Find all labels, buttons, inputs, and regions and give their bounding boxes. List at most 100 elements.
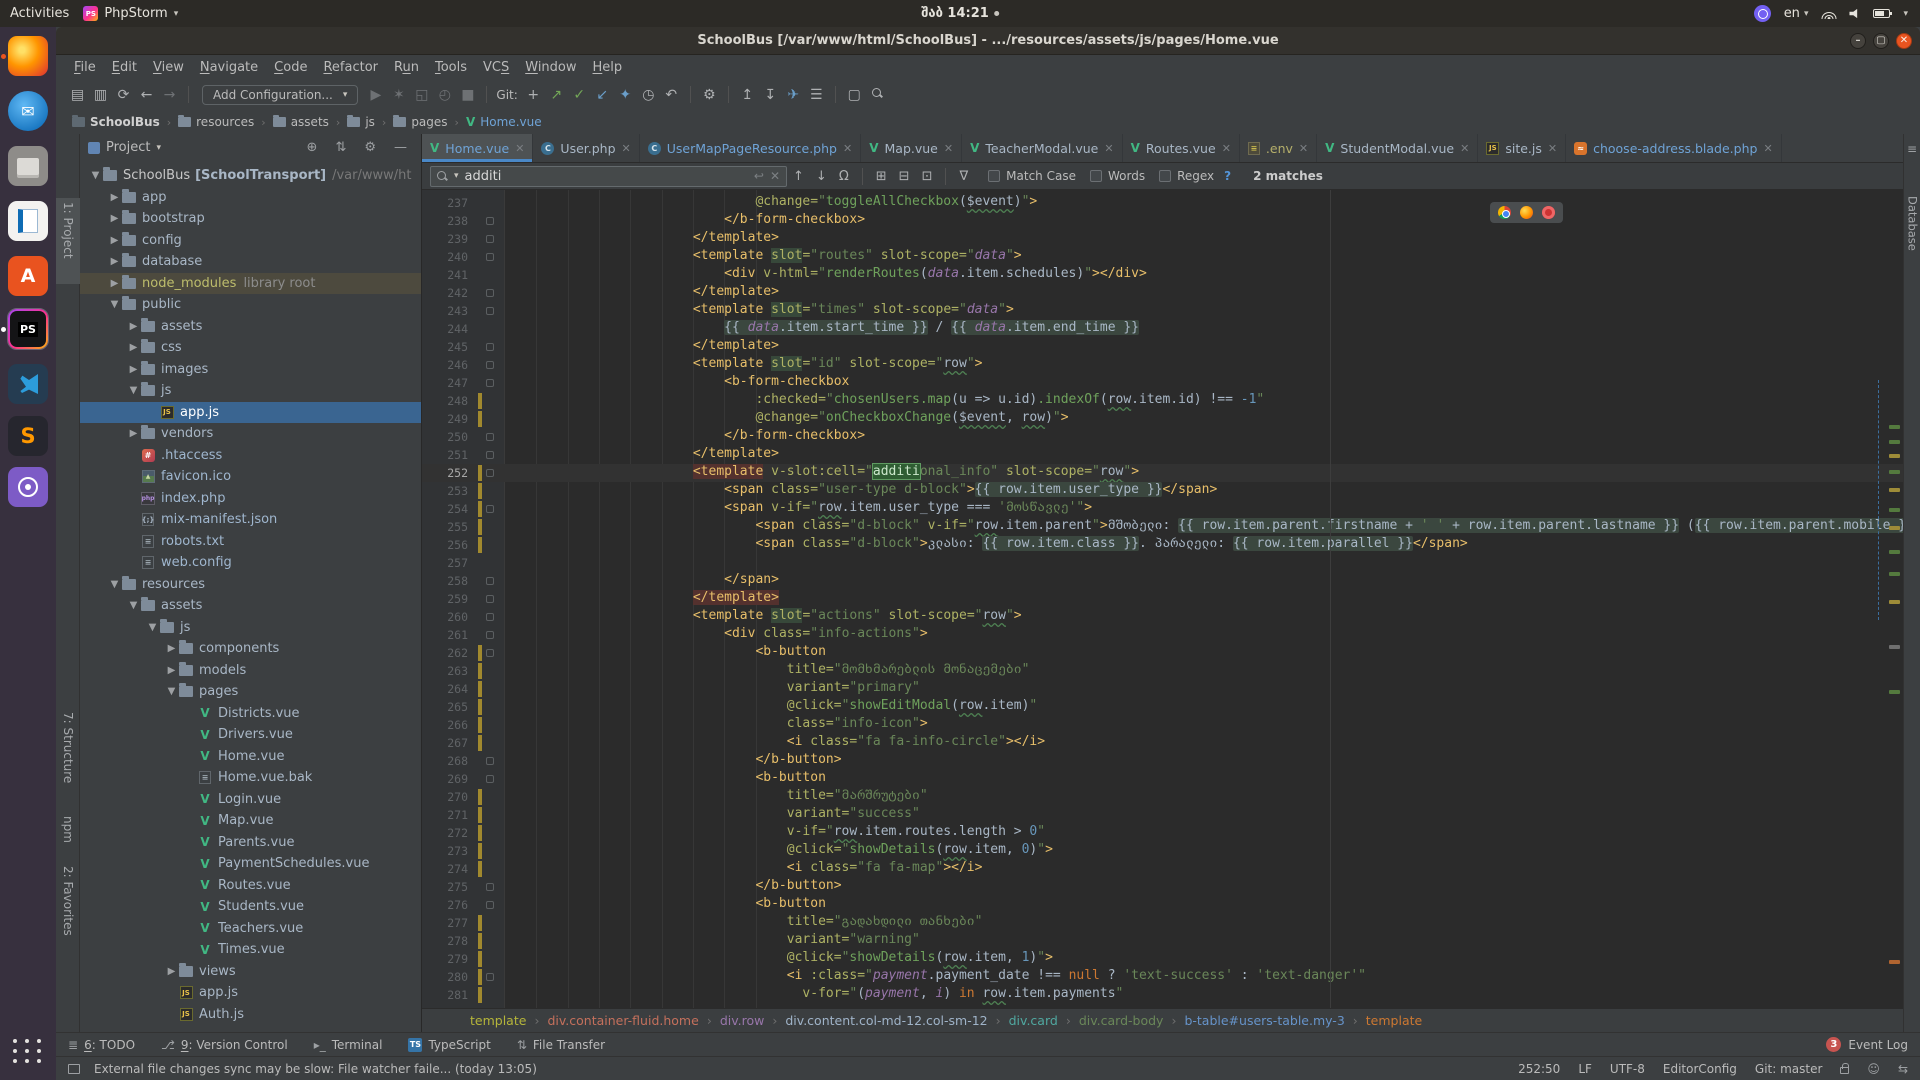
tree-item-app-js[interactable]: JSapp.js (80, 982, 421, 1004)
chevron-collapsed-icon[interactable]: ▶ (165, 665, 178, 676)
error-stripe-mark[interactable] (1889, 550, 1900, 554)
lock-icon[interactable] (1840, 1067, 1849, 1074)
checkbox-match-case[interactable]: Match Case (988, 169, 1076, 183)
chevron-expanded-icon[interactable]: ▼ (108, 299, 121, 310)
launcher-item-sublime-text[interactable]: S (8, 416, 48, 456)
tab-routes-vue[interactable]: VRoutes.vue✕ (1123, 134, 1240, 162)
line-number[interactable]: 242 (422, 284, 468, 302)
fold-marker-icon[interactable] (486, 505, 494, 513)
chevron-expanded-icon[interactable]: ▼ (127, 600, 140, 611)
run-icon[interactable]: ▶ (364, 87, 387, 103)
line-number[interactable]: 277 (422, 914, 468, 932)
fold-marker-icon[interactable] (486, 775, 494, 783)
breadcrumb-resources[interactable]: resources (178, 115, 254, 129)
chevron-collapsed-icon[interactable]: ▶ (108, 278, 121, 289)
select-all-occurrences-icon[interactable]: ⊡ (916, 169, 939, 184)
line-number[interactable]: 275 (422, 878, 468, 896)
line-number[interactable]: 253 (422, 482, 468, 500)
tree-item-parents-vue[interactable]: VParents.vue (80, 832, 421, 854)
line-number[interactable]: 245 (422, 338, 468, 356)
line-number[interactable]: 273 (422, 842, 468, 860)
locate-icon[interactable]: ⊕ (301, 140, 324, 155)
hidden-tabs-list-icon[interactable]: ≡ (1907, 142, 1917, 156)
tool-window-button-typescript[interactable]: TSTypeScript (408, 1038, 490, 1052)
tree-item-home-vue-bak[interactable]: ≡Home.vue.bak (80, 767, 421, 789)
battery-icon[interactable] (1873, 9, 1890, 18)
chevron-collapsed-icon[interactable]: ▶ (165, 643, 178, 654)
breadcrumb-schoolbus[interactable]: SchoolBus (72, 115, 160, 129)
event-log-button[interactable]: 3Event Log (1826, 1037, 1908, 1052)
line-number[interactable]: 250 (422, 428, 468, 446)
fold-marker-icon[interactable] (486, 217, 494, 225)
close-icon[interactable]: ✕ (622, 142, 631, 155)
tree-item-districts-vue[interactable]: VDistricts.vue (80, 703, 421, 725)
line-number[interactable]: 244 (422, 320, 468, 338)
line-number[interactable]: 281 (422, 986, 468, 1004)
fold-marker-icon[interactable] (486, 307, 494, 315)
chevron-collapsed-icon[interactable]: ▶ (127, 428, 140, 439)
stop-icon[interactable]: ■ (456, 87, 479, 103)
line-number[interactable]: 247 (422, 374, 468, 392)
line-number[interactable]: 246 (422, 356, 468, 374)
launcher-item-vscode[interactable] (8, 364, 48, 404)
search-history-icon[interactable]: ↩ (754, 169, 764, 183)
menu-item-code[interactable]: Code (266, 58, 315, 77)
deploy-icon[interactable]: ✈ (782, 87, 805, 103)
tree-item-assets[interactable]: ▶assets (80, 316, 421, 338)
line-number[interactable]: 256 (422, 536, 468, 554)
debug-icon[interactable]: ✶ (387, 87, 410, 103)
chevron-collapsed-icon[interactable]: ▶ (165, 966, 178, 977)
add-occurrence-icon[interactable]: ⊞ (870, 169, 893, 184)
tool-window-button-9-version-control[interactable]: ⎇9: Version Control (161, 1038, 288, 1052)
save-all-icon[interactable]: ▥ (89, 87, 112, 103)
git-cherry-pick-icon[interactable]: ✦ (614, 87, 637, 103)
show-applications-icon[interactable] (13, 1039, 43, 1063)
menu-item-navigate[interactable]: Navigate (192, 58, 266, 77)
close-icon[interactable]: ✕ (515, 142, 524, 155)
line-number[interactable]: 243 (422, 302, 468, 320)
error-stripe-mark[interactable] (1889, 572, 1900, 576)
tree-item-models[interactable]: ▶models (80, 660, 421, 682)
tool-window-toggler-icon[interactable] (68, 1064, 80, 1074)
error-stripe-mark[interactable] (1889, 488, 1900, 492)
line-number[interactable]: 257 (422, 554, 468, 572)
tree-item-home-vue[interactable]: VHome.vue (80, 746, 421, 768)
git-commit-icon[interactable]: ✓ (568, 87, 591, 103)
editorconfig-indicator[interactable]: EditorConfig (1663, 1062, 1737, 1076)
fold-marker-icon[interactable] (486, 649, 494, 657)
menu-item-view[interactable]: View (145, 58, 192, 77)
line-number[interactable]: 260 (422, 608, 468, 626)
tool-window-button-2-favorites[interactable]: 2: Favorites (56, 862, 80, 954)
line-number[interactable]: 254 (422, 500, 468, 518)
activities-button[interactable]: Activities (10, 6, 69, 21)
error-stripe-mark[interactable] (1889, 508, 1900, 512)
regex-help-icon[interactable]: ? (1224, 169, 1231, 183)
error-stripe-mark[interactable] (1889, 526, 1900, 530)
search-input[interactable]: ▾additi↩✕ (430, 166, 787, 187)
caret-position[interactable]: 252:50 (1518, 1062, 1560, 1076)
build-icon[interactable]: ⚙ (698, 87, 721, 103)
crumb-div-card-body[interactable]: div.card-body (1079, 1013, 1164, 1028)
git-add-icon[interactable]: + (522, 87, 545, 103)
open-project-icon[interactable]: ▤ (66, 87, 89, 103)
line-number[interactable]: 271 (422, 806, 468, 824)
menu-item-tools[interactable]: Tools (427, 58, 475, 77)
crumb-b-table-users-table-my-3[interactable]: b-table#users-table.my-3 (1184, 1013, 1344, 1028)
line-number[interactable]: 268 (422, 752, 468, 770)
chevron-expanded-icon[interactable]: ▼ (165, 686, 178, 697)
close-button[interactable]: ✕ (1896, 33, 1912, 49)
menu-item-window[interactable]: Window (517, 58, 584, 77)
menu-item-edit[interactable]: Edit (104, 58, 145, 77)
fold-marker-icon[interactable] (486, 451, 494, 459)
chevron-collapsed-icon[interactable]: ▶ (127, 321, 140, 332)
tree-item-js[interactable]: ▼js (80, 380, 421, 402)
add-configuration-button[interactable]: Add Configuration...▾ (202, 85, 358, 105)
tree-item-bootstrap[interactable]: ▶bootstrap (80, 208, 421, 230)
hector-icon[interactable]: ☺ (1867, 1062, 1880, 1076)
tree-item-teachers-vue[interactable]: VTeachers.vue (80, 918, 421, 940)
filter-icon[interactable]: ∇ (953, 169, 974, 184)
tree-item-database[interactable]: ▶database (80, 251, 421, 273)
fold-marker-icon[interactable] (486, 883, 494, 891)
fold-marker-icon[interactable] (486, 595, 494, 603)
tree-item-routes-vue[interactable]: VRoutes.vue (80, 875, 421, 897)
